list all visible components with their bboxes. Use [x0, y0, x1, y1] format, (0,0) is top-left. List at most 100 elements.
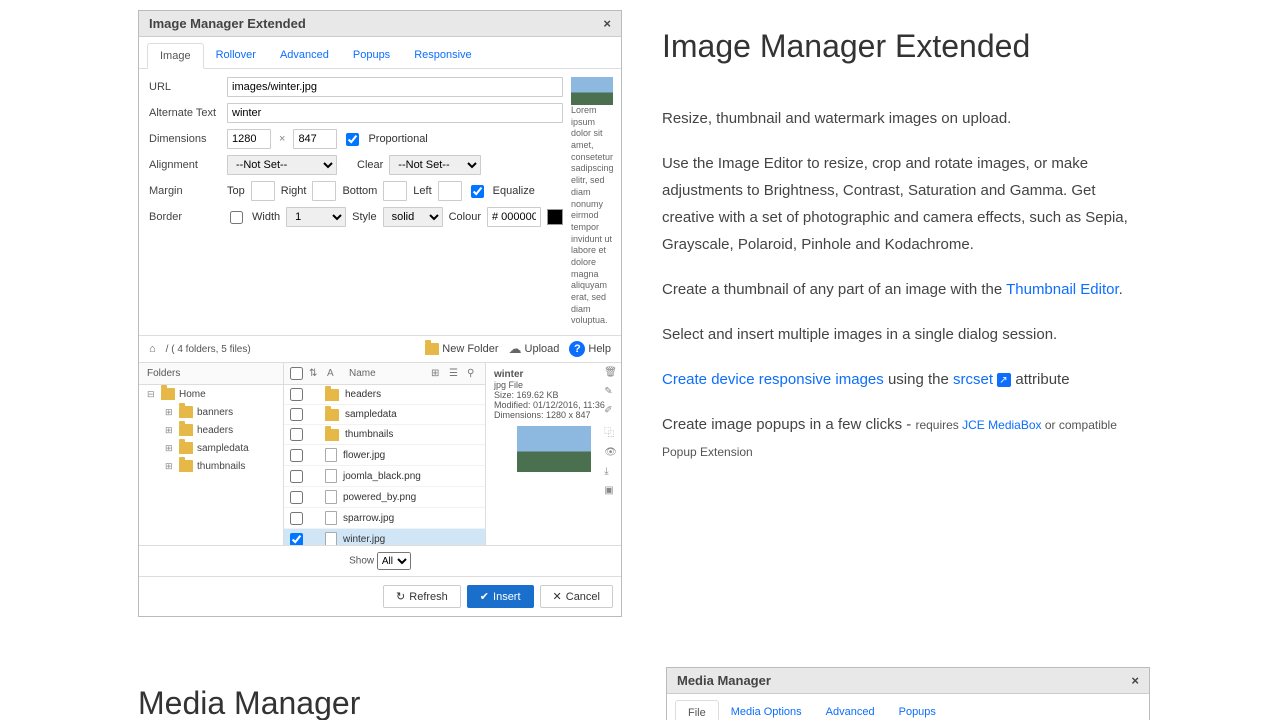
delete-icon[interactable]: 🗑 — [604, 367, 617, 378]
row-check[interactable] — [290, 533, 303, 546]
help-button[interactable]: ?Help — [569, 341, 611, 357]
url-input[interactable] — [227, 77, 563, 97]
border-width[interactable]: 1 — [286, 207, 346, 227]
colour-swatch[interactable] — [547, 209, 563, 225]
tab-mediaoptions[interactable]: Media Options — [719, 700, 814, 720]
tree-item[interactable]: ⊟Home — [139, 385, 283, 403]
sort-icon[interactable]: ⇅ — [309, 368, 321, 380]
upload-button[interactable]: ☁Upload — [509, 341, 560, 357]
list-item[interactable]: headers — [284, 385, 485, 405]
name-header[interactable]: Name — [345, 368, 425, 379]
align-select[interactable]: --Not Set-- — [227, 155, 337, 175]
colour-input[interactable] — [487, 207, 541, 227]
close-icon[interactable]: × — [1131, 673, 1139, 688]
border-style[interactable]: solid — [383, 207, 443, 227]
home-icon[interactable]: ⌂ — [149, 343, 156, 355]
list-item[interactable]: powered_by.png — [284, 487, 485, 508]
detail-thumbnail — [517, 426, 591, 472]
responsive-link[interactable]: Create device responsive images — [662, 371, 884, 388]
file-icon — [325, 448, 337, 462]
media-manager-dialog: Media Manager × File Media Options Advan… — [666, 667, 1150, 720]
tabs: Image Rollover Advanced Popups Responsiv… — [139, 43, 621, 69]
folder-icon — [325, 429, 339, 441]
grid-icon[interactable]: ⊞ — [431, 368, 443, 380]
tree-item[interactable]: ⊞headers — [139, 421, 283, 439]
row-check[interactable] — [290, 512, 303, 525]
width-input[interactable] — [227, 129, 271, 149]
margin-bottom[interactable] — [383, 181, 407, 201]
mediabox-link[interactable]: JCE MediaBox — [962, 418, 1041, 432]
insert-button[interactable]: ✔Insert — [467, 585, 534, 608]
file-name: powered_by.png — [343, 492, 416, 503]
paragraph: Create image popups in a few clicks - re… — [662, 411, 1150, 465]
row-check[interactable] — [290, 388, 303, 401]
tab-advanced[interactable]: Advanced — [814, 700, 887, 720]
list-icon[interactable]: ☰ — [449, 368, 461, 380]
details-pane: winter jpg File Size: 169.62 KB Modified… — [486, 363, 621, 545]
paragraph: Create device responsive images using th… — [662, 366, 1150, 393]
tree-item[interactable]: ⊞sampledata — [139, 439, 283, 457]
list-item[interactable]: thumbnails — [284, 425, 485, 445]
tab-popups[interactable]: Popups — [341, 43, 402, 68]
tree-item[interactable]: ⊞thumbnails — [139, 457, 283, 475]
new-folder-button[interactable]: New Folder — [425, 343, 498, 355]
url-label: URL — [149, 81, 221, 93]
select-all[interactable] — [290, 367, 303, 380]
height-input[interactable] — [293, 129, 337, 149]
image-manager-dialog: Image Manager Extended × Image Rollover … — [138, 10, 622, 617]
dialog-titlebar: Media Manager × — [667, 668, 1149, 694]
file-name: thumbnails — [345, 429, 393, 440]
file-list: ⇅ A Name ⊞ ☰ ⚲ headerssampledata thumbnai… — [284, 363, 486, 545]
row-check[interactable] — [290, 428, 303, 441]
margin-right[interactable] — [312, 181, 336, 201]
list-item[interactable]: flower.jpg — [284, 445, 485, 466]
file-browser: ⌂ / ( 4 folders, 5 files) New Folder ☁Up… — [139, 335, 621, 576]
equalize-check[interactable] — [471, 185, 484, 198]
tab-file[interactable]: File — [675, 700, 719, 720]
list-item[interactable]: winter.jpg — [284, 529, 485, 545]
tab-image[interactable]: Image — [147, 43, 204, 69]
folder-tree: Folders ⊟Home ⊞banners ⊞headers ⊞sampled… — [139, 363, 284, 545]
clear-select[interactable]: --Not Set-- — [389, 155, 481, 175]
margin-top[interactable] — [251, 181, 275, 201]
row-check[interactable] — [290, 491, 303, 504]
tab-rollover[interactable]: Rollover — [204, 43, 268, 68]
search-icon[interactable]: ⚲ — [467, 368, 479, 380]
crop-icon[interactable]: ▣ — [604, 485, 617, 496]
thumbnail-editor-link[interactable]: Thumbnail Editor — [1006, 281, 1119, 298]
folder-icon — [325, 409, 339, 421]
sort-alpha-icon[interactable]: A — [327, 368, 339, 380]
view-icon[interactable]: 👁 — [604, 447, 617, 458]
section-title: Image Manager Extended — [662, 28, 1150, 65]
cancel-button[interactable]: ✕Cancel — [540, 585, 613, 608]
row-check[interactable] — [290, 408, 303, 421]
row-check[interactable] — [290, 449, 303, 462]
insert-icon[interactable]: ⤓ — [604, 466, 617, 477]
tab-advanced[interactable]: Advanced — [268, 43, 341, 68]
row-check[interactable] — [290, 470, 303, 483]
refresh-button[interactable]: ↻Refresh — [383, 585, 461, 608]
close-icon[interactable]: × — [603, 16, 611, 31]
check-icon: ✔ — [480, 590, 489, 603]
help-icon: ? — [569, 341, 585, 357]
srcset-link[interactable]: srcset — [953, 371, 993, 388]
edit-icon[interactable]: ✎ — [604, 386, 617, 397]
breadcrumb-path: / ( 4 folders, 5 files) — [166, 344, 416, 355]
show-select[interactable]: All — [377, 552, 411, 570]
list-item[interactable]: sparrow.jpg — [284, 508, 485, 529]
list-item[interactable]: joomla_black.png — [284, 466, 485, 487]
list-item[interactable]: sampledata — [284, 405, 485, 425]
tab-popups[interactable]: Popups — [887, 700, 948, 720]
refresh-icon: ↻ — [396, 590, 405, 603]
copy-icon[interactable]: ⿻ — [604, 424, 617, 439]
margin-left[interactable] — [438, 181, 462, 201]
paragraph: Resize, thumbnail and watermark images o… — [662, 105, 1150, 132]
border-check[interactable] — [230, 211, 243, 224]
align-label: Alignment — [149, 159, 221, 171]
proportional-check[interactable] — [346, 133, 359, 146]
tree-item[interactable]: ⊞banners — [139, 403, 283, 421]
rename-icon[interactable]: ✐ — [604, 405, 617, 416]
tab-responsive[interactable]: Responsive — [402, 43, 483, 68]
alt-input[interactable] — [227, 103, 563, 123]
paragraph: Create a thumbnail of any part of an ima… — [662, 276, 1150, 303]
